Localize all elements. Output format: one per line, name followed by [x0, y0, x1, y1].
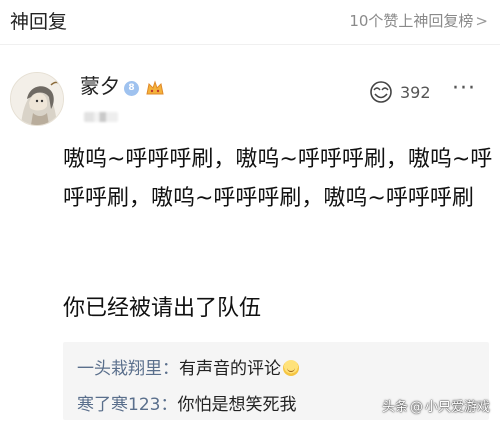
reply-username[interactable]: 寒了寒123	[77, 395, 160, 415]
fan-badge-icon	[146, 80, 164, 95]
reply-separator: ：	[162, 359, 179, 379]
avatar-illustration-icon	[11, 73, 63, 125]
page-title: 神回复	[10, 11, 68, 33]
screenshot-root: 神回复 10个赞上神回复榜 > 蒙夕 8 392 ··· 嗷呜~呼呼呼刷，嗷呜~…	[0, 0, 500, 425]
reply-text: 有声音的评论	[179, 359, 281, 379]
username[interactable]: 蒙夕	[80, 70, 120, 99]
header-bar: 神回复 10个赞上神回复榜 >	[0, 0, 500, 40]
more-icon[interactable]: ···	[452, 78, 476, 100]
header-divider	[0, 44, 500, 45]
reply-item[interactable]: 寒了寒123：你怕是想笑死我	[77, 390, 296, 415]
top-list-label: 10个赞上神回复榜	[349, 12, 474, 30]
top-list-link[interactable]: 10个赞上神回复榜 >	[349, 10, 488, 31]
smile-emoji-icon	[283, 360, 299, 376]
blurred-meta-info	[84, 112, 118, 122]
watermark-at: @	[409, 400, 423, 415]
like-icon[interactable]	[368, 80, 394, 104]
avatar[interactable]	[10, 72, 64, 126]
reply-item[interactable]: 一头栽翔里：有声音的评论	[77, 354, 299, 379]
chevron-right-icon: >	[475, 12, 488, 30]
comment-text-secondary: 你已经被请出了队伍	[63, 296, 262, 321]
source-watermark: 头条 @ 小只爱游戏	[382, 396, 490, 415]
comment-text: 嗷呜~呼呼呼刷，嗷呜~呼呼呼刷，嗷呜~呼呼呼刷，嗷呜~呼呼呼刷，嗷呜~呼呼呼刷	[63, 147, 493, 211]
like-count: 392	[400, 83, 431, 102]
reply-text: 你怕是想笑死我	[177, 395, 297, 415]
vip-level-badge-icon: 8	[124, 81, 139, 96]
reply-separator: ：	[160, 395, 178, 415]
watermark-author: 小只爱游戏	[424, 400, 490, 415]
watermark-source: 头条	[381, 400, 408, 415]
reply-username[interactable]: 一头栽翔里	[77, 359, 162, 379]
